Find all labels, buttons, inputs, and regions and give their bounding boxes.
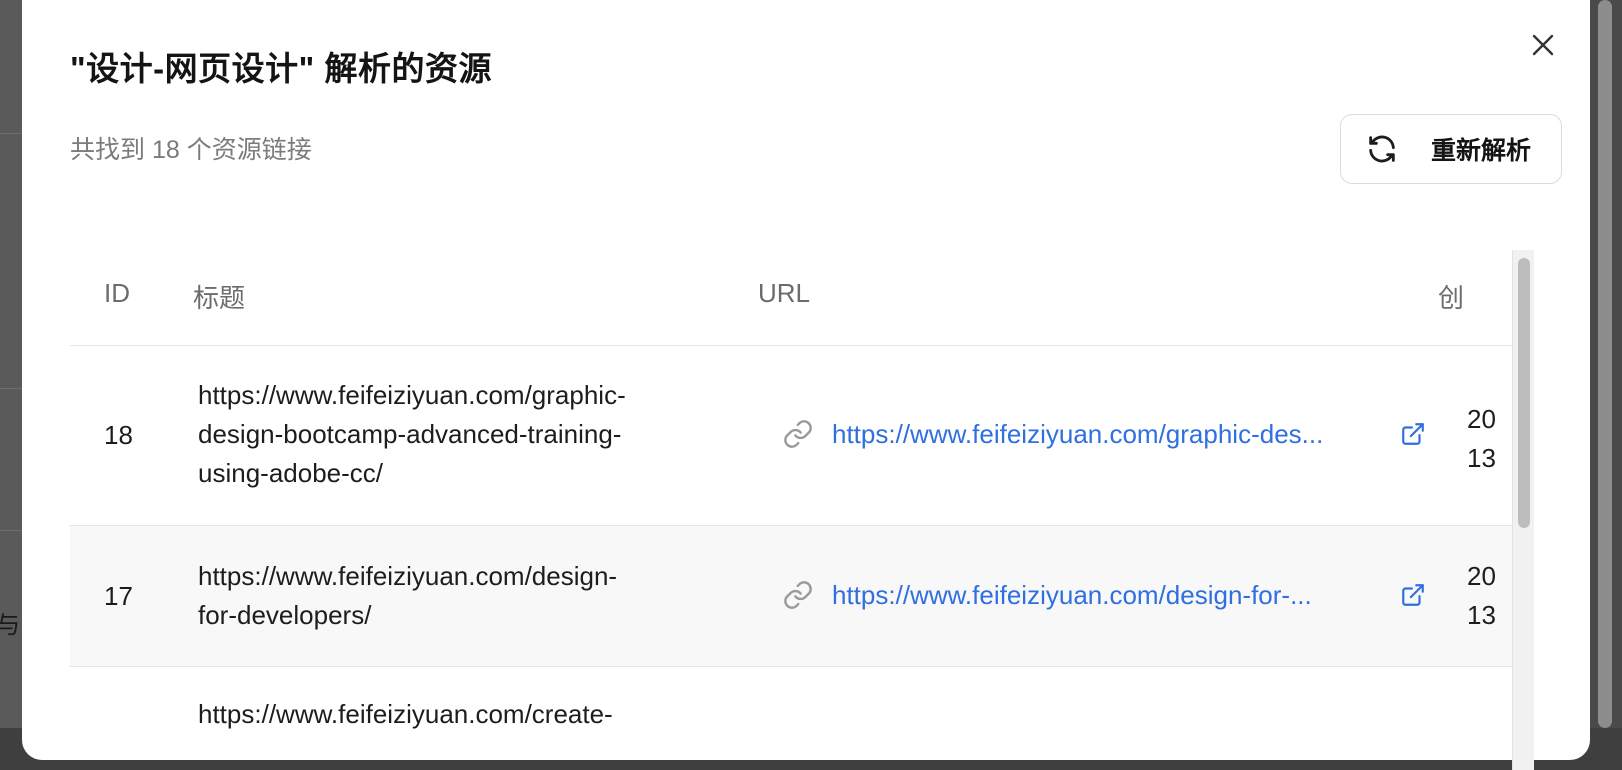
- close-icon: [1532, 34, 1554, 56]
- row-created-line: 13: [1467, 600, 1496, 630]
- table-row[interactable]: 17 https://www.feifeiziyuan.com/design- …: [70, 526, 1512, 667]
- row-created-line: 20: [1467, 404, 1496, 434]
- row-title-line: https://www.feifeiziyuan.com/create-: [198, 699, 613, 729]
- link-icon: [782, 579, 814, 611]
- external-link-icon[interactable]: [1400, 421, 1426, 447]
- table-row[interactable]: 18 https://www.feifeiziyuan.com/graphic-…: [70, 346, 1512, 526]
- row-id: 17: [104, 581, 133, 611]
- row-url-link[interactable]: https://www.feifeiziyuan.com/graphic-des…: [832, 419, 1390, 450]
- row-title-line: https://www.feifeiziyuan.com/graphic-: [198, 380, 626, 410]
- column-header-url[interactable]: URL: [758, 278, 810, 309]
- resource-table: ID 标题 URL 创 18 https://www.feifeiziyuan.…: [70, 250, 1534, 770]
- table-row[interactable]: https://www.feifeiziyuan.com/create-: [70, 667, 1512, 770]
- row-title-line: https://www.feifeiziyuan.com/design-: [198, 561, 618, 591]
- row-title-line: using-adobe-cc/: [198, 458, 383, 488]
- row-title: https://www.feifeiziyuan.com/graphic- de…: [198, 376, 698, 493]
- row-created: 20 13: [1467, 557, 1512, 635]
- row-created-line: 20: [1467, 561, 1496, 591]
- close-button[interactable]: [1525, 27, 1561, 63]
- row-url: https://www.feifeiziyuan.com/graphic-des…: [782, 418, 1426, 450]
- table-header: ID 标题 URL 创: [70, 250, 1512, 346]
- row-id: 18: [104, 420, 133, 450]
- link-icon: [782, 418, 814, 450]
- backdrop-divider: [0, 133, 22, 134]
- refresh-icon: [1365, 132, 1399, 166]
- row-title: https://www.feifeiziyuan.com/create-: [198, 695, 698, 734]
- backdrop-page: 与: [0, 0, 22, 728]
- row-url-link[interactable]: https://www.feifeiziyuan.com/design-for-…: [832, 580, 1390, 611]
- column-header-created[interactable]: 创: [1438, 278, 1464, 315]
- row-title-line: for-developers/: [198, 600, 372, 630]
- page-scrollbar[interactable]: [1590, 0, 1622, 728]
- page-scrollbar-thumb[interactable]: [1598, 0, 1612, 728]
- external-link-icon[interactable]: [1400, 582, 1426, 608]
- reparse-button[interactable]: 重新解析: [1340, 114, 1562, 184]
- table-scrollbar-thumb[interactable]: [1518, 258, 1530, 528]
- backdrop-text: 与: [0, 612, 20, 639]
- reparse-label: 重新解析: [1431, 137, 1532, 165]
- row-created: 20 13: [1467, 400, 1512, 478]
- row-created-line: 13: [1467, 443, 1496, 473]
- table-scrollbar[interactable]: [1512, 250, 1534, 770]
- dialog-title: "设计-网页设计" 解析的资源: [70, 50, 492, 87]
- row-title-line: design-bootcamp-advanced-training-: [198, 419, 622, 449]
- backdrop-divider: [0, 388, 22, 389]
- column-header-title[interactable]: 标题: [193, 278, 245, 315]
- row-title: https://www.feifeiziyuan.com/design- for…: [198, 557, 698, 635]
- row-url: https://www.feifeiziyuan.com/design-for-…: [782, 579, 1426, 611]
- resource-dialog: "设计-网页设计" 解析的资源 共找到 18 个资源链接 重新解析 ID 标题 …: [22, 0, 1590, 770]
- resource-count: 共找到 18 个资源链接: [70, 136, 312, 164]
- backdrop-divider: [0, 530, 22, 531]
- column-header-id[interactable]: ID: [104, 278, 130, 309]
